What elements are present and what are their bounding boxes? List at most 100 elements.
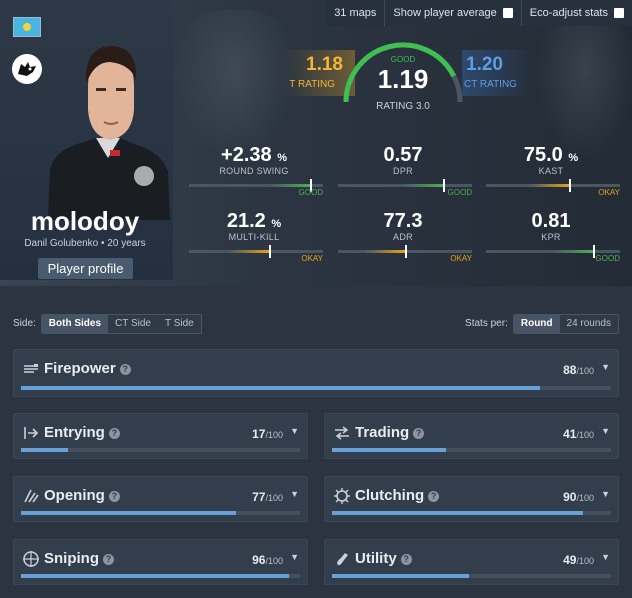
category-name: Entrying xyxy=(44,424,105,441)
stat-value: 77.3 xyxy=(333,210,473,233)
category-card-opening[interactable]: Opening? 77/100 ▼ xyxy=(13,476,308,522)
stat-bar-kast: OKAY xyxy=(486,179,620,197)
category-score: 49/100 xyxy=(563,553,594,567)
stat-label: KPR xyxy=(541,232,561,242)
t-rating-label: T RATING xyxy=(289,79,335,90)
info-icon[interactable]: ? xyxy=(413,427,425,439)
stat-value-number: 75.0 xyxy=(523,144,563,166)
stat-label: ROUND SWING xyxy=(219,166,289,176)
category-score: 41/100 xyxy=(563,427,594,441)
stat-bar-dpr: GOOD xyxy=(338,179,472,197)
eco-adjust-checkbox[interactable] xyxy=(614,8,624,18)
category-score-fill xyxy=(21,386,541,390)
stat-label: MULTI-KILL xyxy=(228,232,280,242)
background-player-art xyxy=(175,10,295,160)
trading-icon xyxy=(335,426,349,440)
show-player-average-checkbox[interactable] xyxy=(502,8,513,18)
category-score-max: /100 xyxy=(265,556,283,566)
stat-tag: OKAY xyxy=(598,188,620,197)
show-player-average-label: Show player average xyxy=(393,7,497,19)
furia-logo-icon[interactable] xyxy=(12,54,42,84)
stat-bar-round-swing: GOOD xyxy=(189,179,323,197)
category-score-max: /100 xyxy=(576,366,594,376)
category-score-fill xyxy=(332,448,447,452)
t-rating-value: 1.18 xyxy=(306,54,343,75)
stat-bar-marker xyxy=(269,245,272,258)
side-label: Side: xyxy=(13,318,36,329)
chevron-down-icon[interactable]: ▼ xyxy=(290,552,299,562)
sniping-icon xyxy=(23,551,39,567)
chevron-down-icon[interactable]: ▼ xyxy=(601,362,610,372)
stats-per-filter: Stats per: Round 24 rounds xyxy=(465,313,619,334)
stat-bar-fill xyxy=(229,250,270,253)
info-icon[interactable]: ? xyxy=(400,553,412,565)
side-t-option[interactable]: T Side xyxy=(158,315,201,333)
player-profile-button[interactable]: Player profile xyxy=(38,258,133,279)
stat-label: ADR xyxy=(393,232,413,242)
info-icon[interactable]: ? xyxy=(428,490,440,502)
stat-value-number: 0.57 xyxy=(383,144,423,166)
stat-bar-fill xyxy=(402,184,443,187)
stat-bar-marker xyxy=(569,179,572,192)
category-card-entrying[interactable]: Entrying? 17/100 ▼ xyxy=(13,413,308,459)
player-portrait xyxy=(48,46,170,220)
info-icon[interactable]: ? xyxy=(119,363,131,375)
category-score-bar xyxy=(332,574,611,578)
chevron-down-icon[interactable]: ▼ xyxy=(601,552,610,562)
ct-rating-box: 1.20 CT RATING xyxy=(462,50,534,96)
stat-tag: GOOD xyxy=(298,188,323,197)
stat-bar-multi-kill: OKAY xyxy=(189,245,323,263)
chevron-down-icon[interactable]: ▼ xyxy=(601,426,610,436)
category-score-bar xyxy=(21,574,300,578)
side-ct-option[interactable]: CT Side xyxy=(108,315,158,333)
category-title: Opening? xyxy=(44,487,120,504)
chevron-down-icon[interactable]: ▼ xyxy=(601,489,610,499)
info-icon[interactable]: ? xyxy=(108,427,120,439)
stat-bar-marker xyxy=(405,245,407,258)
category-title: Trading? xyxy=(355,424,425,441)
category-card-firepower[interactable]: Firepower? 88/100 ▼ xyxy=(13,349,619,397)
show-player-average-toggle[interactable]: Show player average xyxy=(384,0,520,26)
info-icon[interactable]: ? xyxy=(108,490,120,502)
rating-label: RATING 3.0 xyxy=(376,101,430,112)
category-score-value: 49 xyxy=(563,553,577,567)
category-name: Firepower xyxy=(44,360,116,377)
eco-adjust-label: Eco-adjust stats xyxy=(529,7,608,19)
category-score: 88/100 xyxy=(563,363,594,377)
category-card-utility[interactable]: Utility? 49/100 ▼ xyxy=(324,539,619,585)
category-score-max: /100 xyxy=(576,556,594,566)
stat-value-number: 0.81 xyxy=(531,210,571,232)
category-score-value: 77 xyxy=(252,490,266,504)
side-both-option[interactable]: Both Sides xyxy=(41,314,109,333)
category-card-trading[interactable]: Trading? 41/100 ▼ xyxy=(324,413,619,459)
side-segmented-control: Both Sides CT Side T Side xyxy=(40,313,202,334)
stat-bar-fill xyxy=(365,250,405,253)
category-title: Entrying? xyxy=(44,424,120,441)
rating-tag: GOOD xyxy=(390,55,416,64)
utility-icon xyxy=(337,553,348,566)
info-icon[interactable]: ? xyxy=(103,553,114,565)
chevron-down-icon[interactable]: ▼ xyxy=(290,426,299,436)
category-score-value: 90 xyxy=(563,490,577,504)
eco-adjust-toggle[interactable]: Eco-adjust stats xyxy=(520,0,632,26)
chevron-down-icon[interactable]: ▼ xyxy=(290,489,299,499)
stat-multi-kill: 21.2 % MULTI-KILL xyxy=(184,210,324,242)
category-score-value: 88 xyxy=(563,363,577,377)
category-card-clutching[interactable]: Clutching? 90/100 ▼ xyxy=(324,476,619,522)
divider xyxy=(0,286,632,296)
category-score-value: 96 xyxy=(252,553,266,567)
stat-value: +2.38 % xyxy=(184,144,324,167)
ct-rating-label: CT RATING xyxy=(464,79,517,90)
category-score: 90/100 xyxy=(563,490,594,504)
category-card-sniping[interactable]: Sniping? 96/100 ▼ xyxy=(13,539,308,585)
category-name: Utility xyxy=(355,550,397,567)
maps-count: 31 maps xyxy=(326,0,384,26)
category-score-max: /100 xyxy=(576,493,594,503)
category-score-max: /100 xyxy=(576,430,594,440)
category-name: Trading xyxy=(355,424,410,441)
stat-value-number: +2.38 xyxy=(221,144,272,166)
stats-per-round-option[interactable]: Round xyxy=(513,314,560,333)
category-name: Opening xyxy=(44,487,105,504)
category-score-fill xyxy=(332,511,584,515)
stats-per-24-rounds-option[interactable]: 24 rounds xyxy=(560,315,618,333)
